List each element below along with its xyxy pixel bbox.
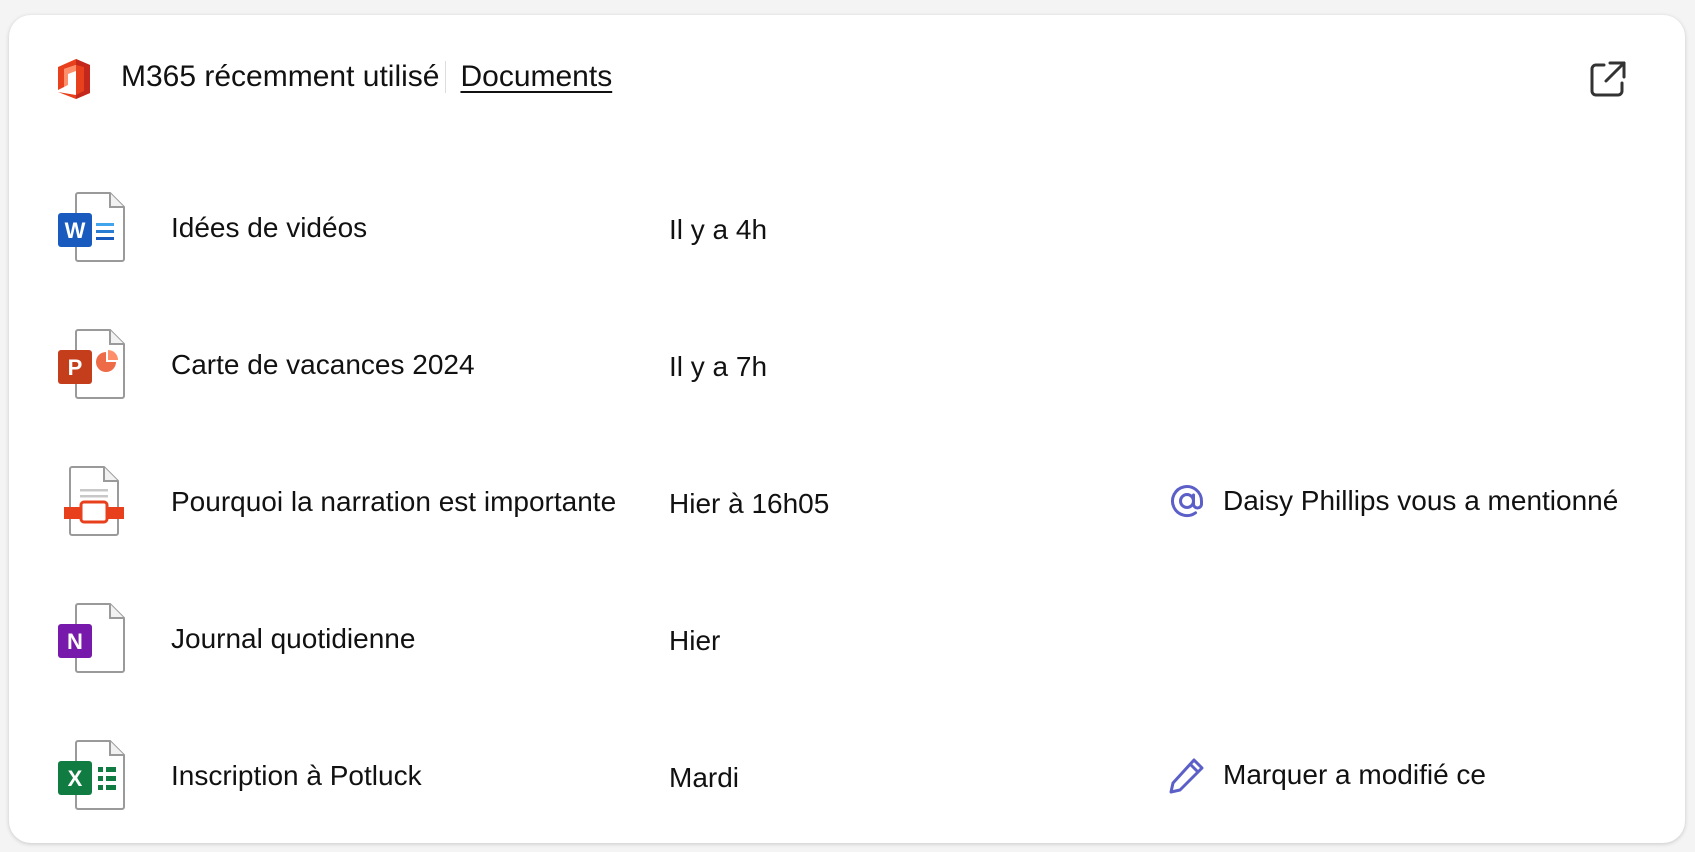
file-time: Il y a 4h	[669, 214, 768, 245]
file-name: Idées de vidéos	[171, 212, 368, 243]
file-time: Mardi	[669, 762, 740, 793]
activity-text: Daisy Phillips vous a mentionné	[1223, 485, 1619, 516]
file-name: Journal quotidienne	[171, 623, 416, 654]
pencil-edit-icon	[1169, 758, 1204, 794]
word-file-icon: W	[58, 192, 125, 262]
powerpoint-file-icon: P	[58, 329, 125, 399]
excel-file-icon: X	[58, 740, 125, 810]
tab-documents[interactable]: Documents	[460, 59, 612, 95]
list-item[interactable]: N Journal quotidienne Hier	[9, 576, 1685, 713]
open-external-icon[interactable]	[1586, 57, 1630, 101]
list-item[interactable]: X Inscription à Potluck Mardi Marquer a …	[9, 713, 1685, 843]
presentation-doc-icon	[64, 466, 124, 536]
at-mention-icon	[1171, 485, 1203, 518]
file-time: Il y a 7h	[669, 351, 768, 382]
svg-text:P: P	[68, 355, 83, 380]
list-item[interactable]: Pourquoi la narration est importante Hie…	[9, 439, 1685, 576]
header-title: M365 récemment utilisé Documents	[121, 59, 612, 95]
recent-documents-card: M365 récemment utilisé Documents W Idées…	[9, 15, 1685, 843]
file-name: Pourquoi la narration est importante	[171, 486, 617, 517]
svg-text:W: W	[65, 218, 86, 243]
file-name: Inscription à Potluck	[171, 760, 422, 791]
file-time: Hier à 16h05	[669, 488, 830, 519]
list-item[interactable]: P Carte de vacances 2024 Il y a 7h	[9, 302, 1685, 439]
file-name: Carte de vacances 2024	[171, 349, 475, 380]
activity-note: Marquer a modifié ce	[1167, 753, 1486, 797]
card-header: M365 récemment utilisé Documents	[9, 15, 1685, 145]
activity-text: Marquer a modifié ce	[1223, 759, 1487, 790]
onenote-file-icon: N	[58, 603, 125, 673]
svg-text:X: X	[68, 766, 83, 791]
activity-note: Daisy Phillips vous a mentionné	[1167, 479, 1618, 523]
list-item[interactable]: W Idées de vidéos Il y a 4h	[9, 165, 1685, 302]
app-name: M365 récemment utilisé	[121, 60, 440, 93]
office-logo-icon	[58, 59, 90, 99]
header-divider	[445, 61, 447, 93]
svg-text:N: N	[67, 629, 83, 654]
file-time: Hier	[669, 625, 721, 656]
file-list: W Idées de vidéos Il y a 4h P Carte de v…	[9, 165, 1685, 843]
